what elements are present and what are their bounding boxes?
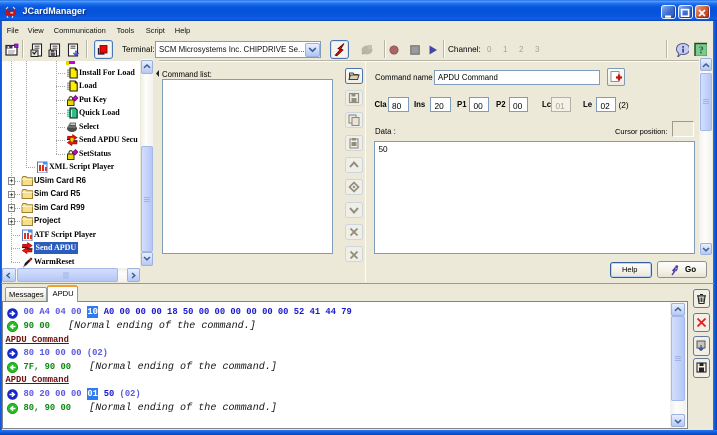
- svg-text:?: ?: [698, 46, 703, 57]
